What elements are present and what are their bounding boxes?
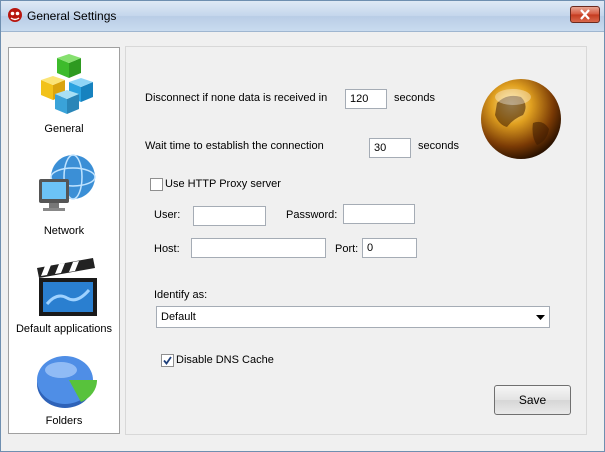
dns-cache-label: Disable DNS Cache [176, 354, 274, 366]
pie-chart-icon [37, 356, 98, 408]
clapperboard-icon [37, 258, 97, 316]
window-title: General Settings [27, 9, 117, 23]
port-label: Port: [335, 243, 359, 255]
sidebar-item-default-applications[interactable]: Default applications [9, 248, 119, 343]
close-button[interactable] [570, 6, 600, 23]
disconnect-unit-label: seconds [394, 92, 435, 104]
settings-sidebar: General Network Default applications Fol… [8, 47, 120, 434]
settings-window: General Settings General Network Default… [0, 0, 605, 452]
network-globe-icon [39, 154, 96, 211]
globe-icon [481, 79, 561, 159]
sidebar-item-label: General [44, 123, 84, 135]
proxy-checkbox-label: Use HTTP Proxy server [165, 178, 281, 190]
identify-label: Identify as: [154, 289, 208, 301]
sidebar-item-general[interactable]: General [9, 48, 119, 143]
sidebar-item-label: Folders [45, 415, 83, 427]
wait-time-label: Wait time to establish the connection [145, 140, 324, 152]
sidebar-item-network[interactable]: Network [9, 145, 119, 245]
wait-seconds-input[interactable] [369, 138, 411, 158]
disconnect-label: Disconnect if none data is received in [145, 92, 328, 104]
host-label: Host: [154, 243, 180, 255]
chevron-down-icon [536, 315, 545, 320]
checkmark-icon [163, 356, 172, 365]
title-bar[interactable]: General Settings [1, 1, 604, 32]
app-logo-icon [8, 8, 22, 22]
save-button[interactable]: Save [494, 385, 571, 415]
identify-select[interactable]: Default [156, 306, 550, 328]
dns-cache-checkbox[interactable] [161, 354, 174, 367]
sidebar-item-label: Network [43, 225, 85, 237]
user-label: User: [154, 209, 181, 221]
proxy-checkbox[interactable] [150, 178, 163, 191]
close-icon [580, 9, 590, 20]
password-input[interactable] [343, 204, 415, 224]
sidebar-item-folders[interactable]: Folders [9, 344, 119, 434]
password-label: Password: [286, 209, 338, 221]
port-input[interactable] [362, 238, 417, 258]
cubes-icon [41, 54, 93, 114]
user-input[interactable] [193, 206, 266, 226]
disconnect-seconds-input[interactable] [345, 89, 387, 109]
wait-unit-label: seconds [418, 140, 459, 152]
identify-selected-value: Default [161, 311, 196, 323]
sidebar-item-label: Default applications [15, 323, 112, 335]
host-input[interactable] [191, 238, 326, 258]
